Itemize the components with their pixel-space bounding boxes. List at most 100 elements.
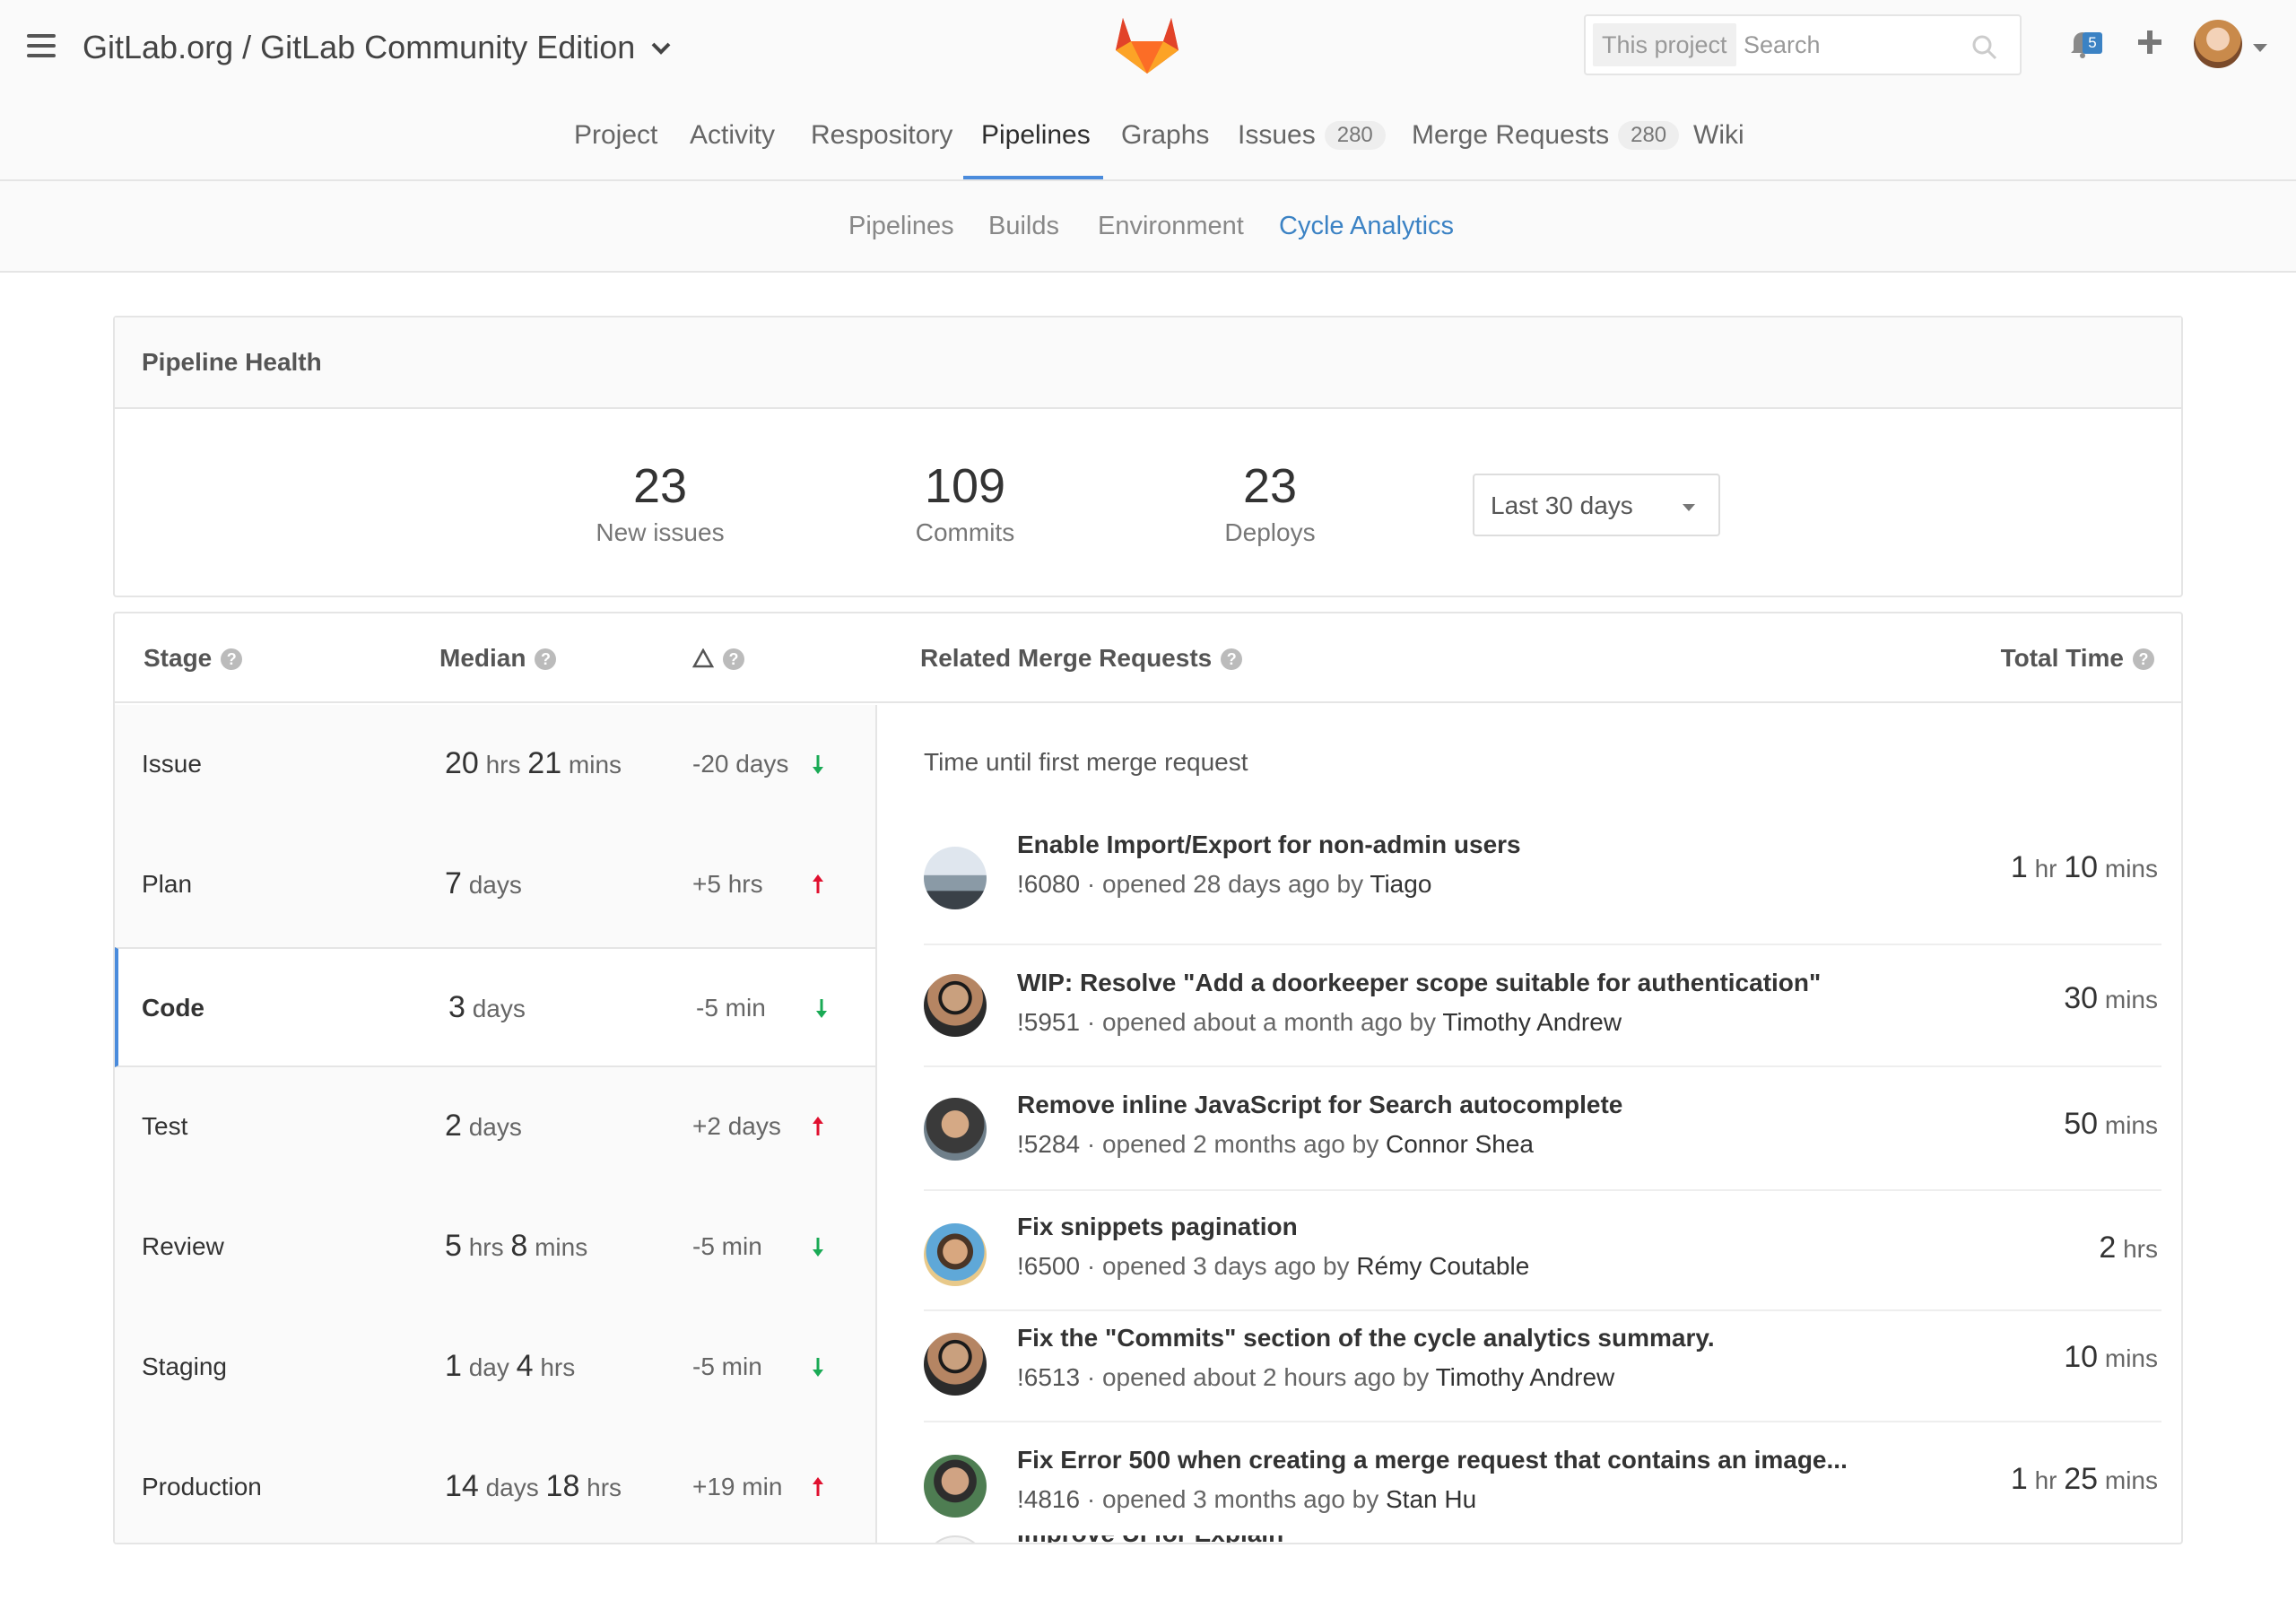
stage-row-review[interactable]: Review 5 hrs 8 mins -5 min <box>115 1187 875 1308</box>
search-placeholder[interactable]: Search <box>1744 23 1821 66</box>
stage-row-test[interactable]: Test 2 days +2 days <box>115 1067 875 1187</box>
stage-row-production[interactable]: Production 14 days 18 hrs +19 min <box>115 1428 875 1543</box>
merge-request-title-link[interactable]: Fix snippets pagination <box>1017 1213 1298 1241</box>
duration-unit: mins <box>2104 1466 2158 1494</box>
stage-delta: -20 days <box>692 750 789 778</box>
merge-request-title-link[interactable]: Fix Error 500 when creating a merge requ… <box>1017 1446 1848 1474</box>
duration-number: 2 <box>445 1109 462 1143</box>
merge-request-opened-text: opened 3 days ago by <box>1101 1252 1350 1280</box>
duration-number: 3 <box>448 990 465 1024</box>
arrow-down-icon <box>811 753 825 779</box>
cycle-analytics-table: Stage? Median? ? Related Merge Requests?… <box>113 612 2183 1544</box>
author-avatar[interactable] <box>924 847 987 909</box>
duration-number: 50 <box>2064 1107 2099 1141</box>
merge-request-item: Fix snippets pagination !6500 · opened 3 … <box>924 1191 2161 1311</box>
tab-merge-requests-label: Merge Requests <box>1412 120 1610 150</box>
merge-request-meta: !6080 · opened 28 days ago by Tiago <box>1017 870 1432 898</box>
merge-request-id[interactable]: !5284 <box>1017 1130 1080 1158</box>
help-icon[interactable]: ? <box>535 648 557 670</box>
author-avatar[interactable] <box>924 1455 987 1518</box>
merge-request-title-link[interactable]: Improve UI for Explain <box>1017 1535 1283 1543</box>
search-field[interactable]: This project Search <box>1584 14 2022 75</box>
author-avatar[interactable] <box>924 1098 987 1161</box>
stage-median: 5 hrs 8 mins <box>445 1229 587 1264</box>
panel-title: Pipeline Health <box>115 317 2181 409</box>
merge-request-meta: !4816 · opened 3 months ago by Stan Hu <box>1017 1485 1477 1513</box>
stage-median: 14 days 18 hrs <box>445 1469 622 1504</box>
author-avatar[interactable] <box>924 1223 987 1286</box>
stage-row-staging[interactable]: Staging 1 day 4 hrs -5 min <box>115 1308 875 1428</box>
stage-row-code[interactable]: Code 3 days -5 min <box>115 947 875 1067</box>
merge-request-id[interactable]: !4816 <box>1017 1485 1080 1513</box>
stage-median: 2 days <box>445 1109 522 1144</box>
project-title[interactable]: GitLab.org / GitLab Community Edition <box>83 25 671 66</box>
tab-pipelines[interactable]: Pipelines <box>981 120 1091 151</box>
merge-request-author-link[interactable]: Tiago <box>1370 870 1431 898</box>
header-related-merge-requests: Related Merge Requests? <box>920 644 1243 673</box>
tab-graphs[interactable]: Graphs <box>1121 120 1209 151</box>
caret-down-icon <box>1683 504 1695 511</box>
stage-delta: -5 min <box>692 1352 762 1380</box>
stage-row-plan[interactable]: Plan 7 days +5 hrs <box>115 825 875 945</box>
chevron-down-icon[interactable] <box>651 25 671 63</box>
subtab-builds[interactable]: Builds <box>988 212 1059 241</box>
period-select[interactable]: Last 30 days <box>1473 474 1720 536</box>
merge-request-author-link[interactable]: Connor Shea <box>1386 1130 1534 1158</box>
merge-request-id[interactable]: !6080 <box>1017 870 1080 898</box>
stage-row-issue[interactable]: Issue 20 hrs 21 mins -20 days <box>115 705 875 825</box>
tab-activity[interactable]: Activity <box>690 120 775 151</box>
search-icon[interactable] <box>1971 34 1998 65</box>
caret-down-icon[interactable] <box>2253 41 2267 57</box>
merge-request-title-link[interactable]: Enable Import/Export for non-admin users <box>1017 831 1521 859</box>
stage-median: 7 days <box>445 866 522 901</box>
merge-request-title-link[interactable]: Fix the "Commits" section of the cycle a… <box>1017 1324 1715 1352</box>
merge-request-author-link[interactable]: Timothy Andrew <box>1442 1008 1622 1036</box>
merge-request-item: Enable Import/Export for non-admin users… <box>924 820 2161 945</box>
gitlab-logo-icon[interactable] <box>1114 14 1180 75</box>
table-header: Stage? Median? ? Related Merge Requests?… <box>115 613 2181 703</box>
merge-request-id[interactable]: !6500 <box>1017 1252 1080 1280</box>
help-icon[interactable]: ? <box>2133 648 2154 670</box>
arrow-up-icon <box>811 1116 825 1142</box>
merge-request-opened-text: opened about 2 hours ago by <box>1101 1363 1430 1391</box>
merge-request-total-time: 1 hr 10 mins <box>2011 850 2158 885</box>
subtab-pipelines[interactable]: Pipelines <box>848 212 954 241</box>
merge-request-title-link[interactable]: WIP: Resolve "Add a doorkeeper scope sui… <box>1017 969 1821 997</box>
stage-name: Code <box>142 994 204 1022</box>
tab-project[interactable]: Project <box>574 120 657 151</box>
merge-request-id[interactable]: !5951 <box>1017 1008 1080 1036</box>
stat-label: Deploys <box>1224 518 1316 546</box>
hamburger-menu-icon[interactable] <box>27 34 56 57</box>
duration-unit: hrs <box>485 751 521 778</box>
header-related-label: Related Merge Requests <box>920 644 1213 672</box>
tab-merge-requests[interactable]: Merge Requests 280 <box>1412 120 1680 151</box>
duration-number: 1 <box>2010 1462 2028 1496</box>
search-scope-label[interactable]: This project <box>1593 23 1736 66</box>
merge-request-author-link[interactable]: Timothy Andrew <box>1436 1363 1615 1391</box>
help-icon[interactable]: ? <box>1221 648 1243 670</box>
tab-wiki[interactable]: Wiki <box>1693 120 1744 151</box>
notifications-button[interactable]: 5 <box>2066 27 2104 65</box>
merge-request-list: Time until first merge request Enable Im… <box>879 705 2181 1543</box>
help-icon[interactable]: ? <box>723 648 744 670</box>
plus-icon[interactable] <box>2136 29 2163 60</box>
subtab-environment[interactable]: Environment <box>1098 212 1244 241</box>
author-avatar[interactable] <box>924 1535 987 1543</box>
project-title-text: GitLab.org / GitLab Community Edition <box>83 29 636 65</box>
merge-request-id[interactable]: !6513 <box>1017 1363 1080 1391</box>
user-avatar[interactable] <box>2194 20 2242 68</box>
merge-request-title-link[interactable]: Remove inline JavaScript for Search auto… <box>1017 1091 1622 1119</box>
merge-request-author-link[interactable]: Rémy Coutable <box>1356 1252 1529 1280</box>
delta-triangle-icon <box>691 646 715 674</box>
subtab-cycle-analytics[interactable]: Cycle Analytics <box>1279 212 1454 241</box>
tab-repository[interactable]: Respository <box>811 120 952 151</box>
stage-name: Plan <box>142 870 193 898</box>
help-icon[interactable]: ? <box>221 648 243 670</box>
stage-name: Test <box>142 1112 188 1140</box>
merge-request-author-link[interactable]: Stan Hu <box>1386 1485 1476 1513</box>
merge-requests-count-badge: 280 <box>1618 121 1680 150</box>
author-avatar[interactable] <box>924 974 987 1037</box>
tab-issues[interactable]: Issues 280 <box>1238 120 1386 151</box>
merge-request-item: WIP: Resolve "Add a doorkeeper scope sui… <box>924 945 2161 1067</box>
author-avatar[interactable] <box>924 1333 987 1396</box>
